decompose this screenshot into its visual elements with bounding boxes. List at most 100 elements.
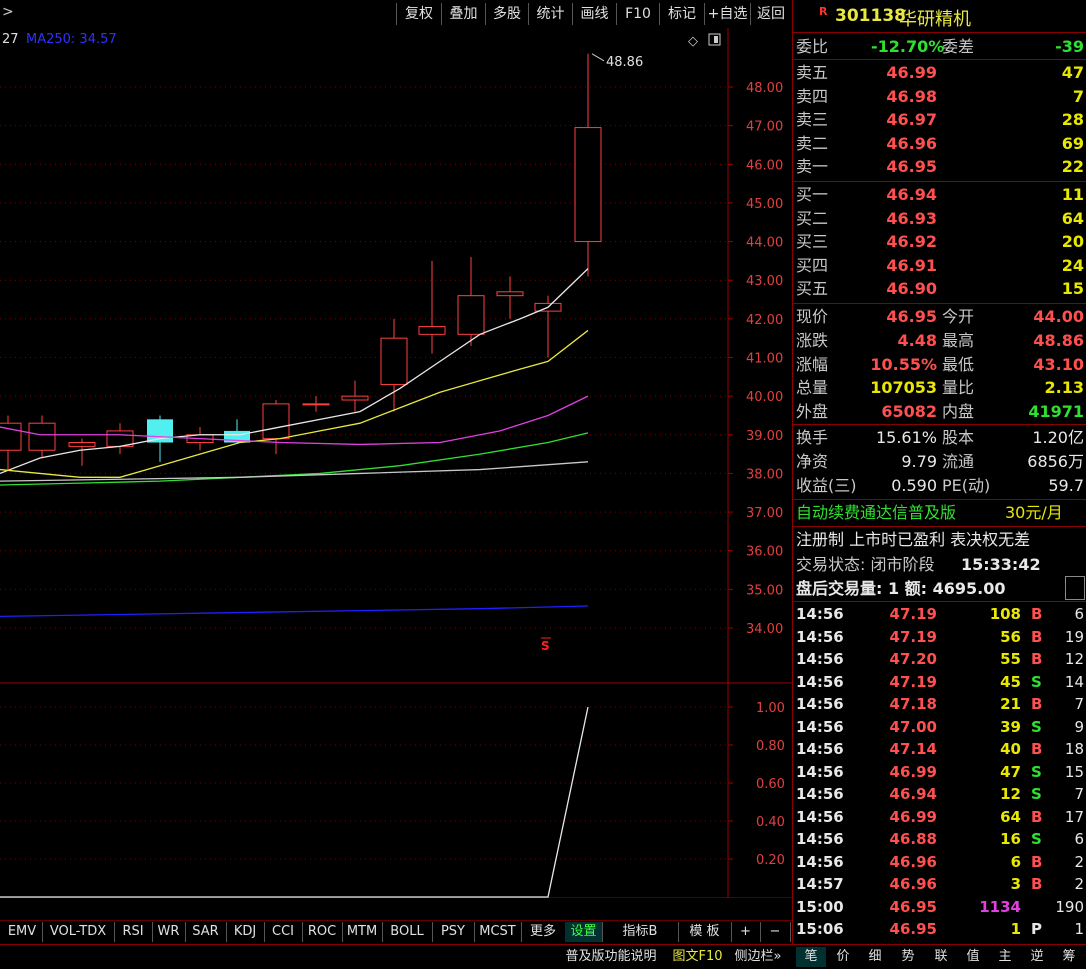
indicator-tick-label: 0.20 — [756, 853, 785, 868]
stock-name: 华研精机 — [899, 9, 971, 30]
bid-row[interactable]: 买三 46.92 20 — [793, 230, 1086, 253]
indicator-tab[interactable]: VOL-TDX — [42, 922, 115, 942]
tick-volume: 55 — [1000, 650, 1021, 668]
bid-volume: 64 — [1061, 208, 1084, 228]
ask-label: 卖三 — [796, 110, 829, 130]
indicator-tab[interactable]: BOLL — [382, 922, 433, 942]
indicator-tab[interactable]: − — [760, 922, 791, 942]
tick-time: 14:56 — [796, 672, 844, 691]
after-hours-row: 盘后交易量: 1 额: 4695.00 — [796, 579, 1006, 598]
toolbar-button[interactable]: 统计 — [528, 3, 572, 25]
statusbar-button[interactable]: 价 — [828, 947, 858, 967]
tick-direction: B — [1031, 650, 1043, 668]
price-tick-label: 35.00 — [746, 583, 783, 598]
stat-value: 2.13 — [1044, 378, 1084, 398]
indicator-tab[interactable]: MCST — [474, 922, 522, 942]
indicator-tab[interactable]: PSY — [432, 922, 475, 942]
tick-row: 14:56 46.99 47 S 15 — [793, 761, 1086, 784]
ask-volume: 69 — [1061, 133, 1084, 153]
ask-row[interactable]: 卖五 46.99 47 — [793, 61, 1086, 84]
statusbar-button[interactable]: 侧边栏» — [729, 947, 787, 967]
candle-body — [341, 395, 369, 401]
fundamental-label: PE(动) — [942, 475, 991, 495]
candle-body — [574, 127, 602, 243]
tick-count: 18 — [1064, 740, 1084, 758]
indicator-tab[interactable]: 模 板 — [678, 922, 732, 942]
indicator-tab[interactable]: 设置 — [565, 922, 603, 942]
divider — [793, 424, 1086, 425]
indicator-tab[interactable]: KDJ — [226, 922, 265, 942]
statusbar-button[interactable]: 笔 — [796, 947, 826, 967]
price-tick-label: 37.00 — [746, 506, 783, 521]
tick-time: 14:56 — [796, 830, 844, 848]
toolbar-button[interactable]: 返回 — [750, 3, 791, 25]
indicator-tab[interactable]: MTM — [342, 922, 383, 942]
kline-chart[interactable]: 48.00 47.00 46.00 45.00 44.00 43.00 42.00 41.00… — [0, 28, 792, 921]
tick-row: 14:56 47.14 40 B 18 — [793, 738, 1086, 761]
tick-count: 15 — [1064, 762, 1084, 781]
candle-body — [496, 291, 524, 297]
bid-price: 46.91 — [886, 255, 937, 275]
bid-price: 46.92 — [886, 232, 937, 252]
statusbar-button[interactable]: 主 — [990, 947, 1020, 967]
stat-label: 内盘 — [942, 402, 975, 422]
statusbar-button[interactable]: 图文F10 — [666, 947, 729, 967]
ask-row[interactable]: 卖四 46.98 7 — [793, 85, 1086, 108]
indicator-tab[interactable]: CCI — [264, 922, 303, 942]
price-tick-label: 45.00 — [746, 197, 783, 212]
statusbar-button[interactable]: 联 — [926, 947, 956, 967]
tick-volume: 40 — [1000, 740, 1021, 758]
statusbar-button[interactable]: 势 — [893, 947, 923, 967]
tick-price: 47.00 — [889, 717, 937, 736]
stock-tags: 注册制 上市时已盈利 表决权无差 — [796, 530, 1031, 549]
bid-row[interactable]: 买二 46.93 64 — [793, 207, 1086, 230]
tick-volume: 47 — [1000, 762, 1021, 781]
bid-row[interactable]: 买四 46.91 24 — [793, 254, 1086, 277]
indicator-tab[interactable]: SAR — [185, 922, 227, 942]
indicator-tab[interactable]: WR — [152, 922, 186, 942]
tick-time: 14:56 — [796, 785, 844, 803]
ask-row[interactable]: 卖一 46.95 22 — [793, 155, 1086, 178]
indicator-tab[interactable]: + — [731, 922, 761, 942]
ask-row[interactable]: 卖三 46.97 28 — [793, 108, 1086, 131]
tick-row: 14:56 47.18 21 B 7 — [793, 693, 1086, 716]
toolbar-button[interactable]: F10 — [616, 3, 659, 25]
tick-price: 47.19 — [889, 672, 937, 691]
promo-banner[interactable]: 自动续费通达信普及版 30元/月 — [793, 501, 1086, 524]
bid-row[interactable]: 买一 46.94 11 — [793, 183, 1086, 206]
ma250-label: MA250: 34.57 — [26, 32, 117, 47]
toolbar-button[interactable]: +自选 — [704, 3, 750, 25]
statusbar-button[interactable]: 普及版功能说明 — [556, 947, 666, 967]
tick-count: 6 — [1074, 830, 1084, 848]
toolbar-button[interactable]: 标记 — [659, 3, 704, 25]
bid-price: 46.93 — [886, 208, 937, 228]
scroll-icon[interactable] — [1065, 576, 1085, 600]
toolbar-button[interactable]: 复权 — [396, 3, 441, 25]
fundamental-row: 净资 9.79 流通 6856万 — [793, 450, 1086, 473]
bid-row[interactable]: 买五 46.90 15 — [793, 277, 1086, 300]
stat-value: 41971 — [1028, 402, 1084, 422]
ma20-line — [0, 395, 589, 446]
tick-volume: 39 — [1000, 717, 1021, 736]
indicator-tab[interactable]: ROC — [302, 922, 343, 942]
signal-s-marker: S — [541, 639, 550, 653]
statusbar-button[interactable]: 逆 — [1022, 947, 1052, 967]
statusbar-button[interactable]: 筹 — [1054, 947, 1084, 967]
ask-row[interactable]: 卖二 46.96 69 — [793, 132, 1086, 155]
toolbar-button[interactable]: 叠加 — [441, 3, 485, 25]
toolbar-button[interactable]: 画线 — [572, 3, 616, 25]
stat-row: 涨幅 10.55% 最低 43.10 — [793, 353, 1086, 376]
tick-row: 14:56 47.19 56 B 19 — [793, 626, 1086, 649]
indicator-tab[interactable]: EMV — [2, 922, 43, 942]
indicator-tab[interactable]: 更多 — [521, 922, 566, 942]
price-tick-label: 34.00 — [746, 622, 783, 637]
expand-arrow-icon[interactable]: > — [2, 4, 14, 20]
ask-volume: 7 — [1072, 86, 1084, 106]
toolbar-button[interactable]: 多股 — [485, 3, 528, 25]
indicator-tab[interactable]: 指标B — [602, 922, 679, 942]
indicator-tab[interactable]: RSI — [114, 922, 153, 942]
tick-direction: S — [1031, 830, 1042, 848]
statusbar-button[interactable]: 值 — [958, 947, 988, 967]
statusbar-button[interactable]: 细 — [860, 947, 890, 967]
fundamental-row: 换手 15.61% 股本 1.20亿 — [793, 426, 1086, 449]
